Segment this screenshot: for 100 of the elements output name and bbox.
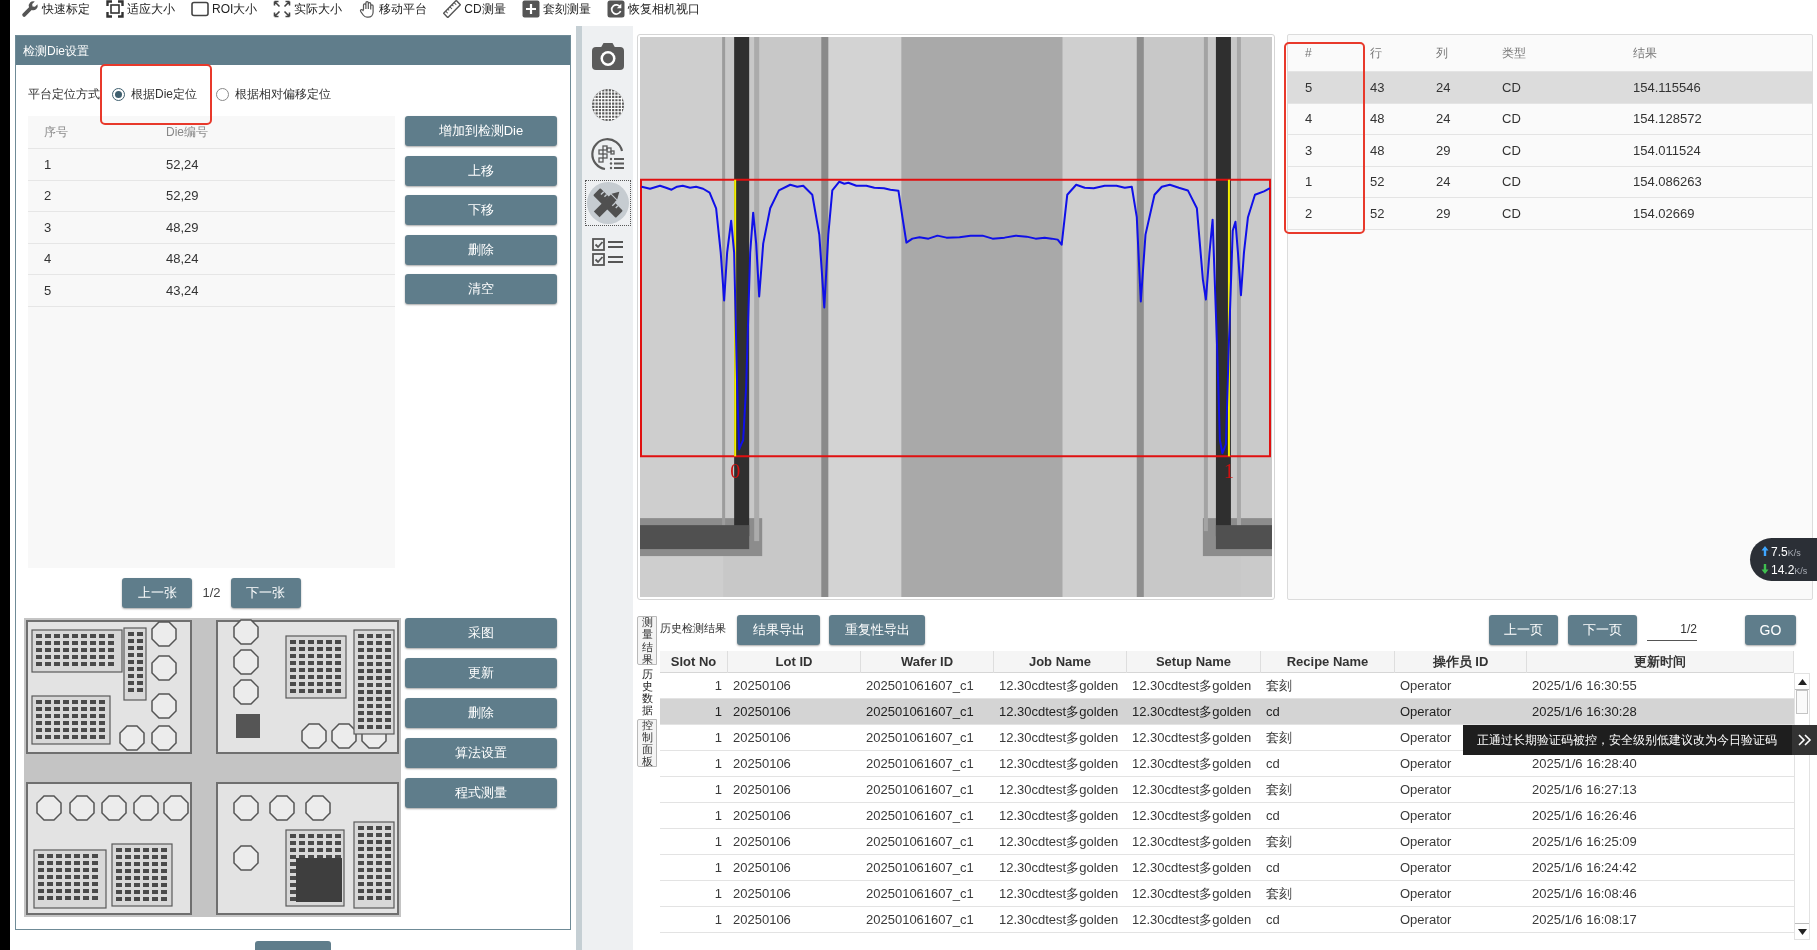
next-image-button[interactable]: 下一张 <box>230 578 301 608</box>
toolbar-button[interactable]: CD测量 <box>443 0 506 18</box>
next-page-button[interactable]: 下一页 <box>1568 615 1637 645</box>
column-header: # <box>1304 45 1313 62</box>
table-cell: 202501061607_c1 <box>866 781 974 797</box>
toolbar-button[interactable]: 实际大小 <box>273 0 343 18</box>
table-cell: 20250106 <box>733 833 791 849</box>
table-row[interactable]: 4 48 24 CD 154.128572 <box>1288 103 1812 135</box>
table-cell-text: 154.128572 <box>1632 110 1703 128</box>
action-button[interactable]: 采图 <box>405 618 557 648</box>
scrollbar-thumb[interactable] <box>1796 690 1808 714</box>
table-row[interactable]: 3 48 29 CD 154.011524 <box>1288 135 1812 167</box>
column-header: 操作员 ID <box>1395 651 1527 673</box>
action-button[interactable]: 清空 <box>405 274 557 304</box>
table-row[interactable]: 2 52 29 CD 154.02669 <box>1288 198 1812 230</box>
table-cell-text: CD <box>1501 110 1522 128</box>
table-cell-text: 48 <box>1369 141 1386 160</box>
table-cell: Operator <box>1400 677 1452 693</box>
table-row[interactable]: 1 20250106 202501061607_c1 12.30cdtest多golden 12.30cdtest多golden cd Operator 2025/1/6 16:30:28 <box>660 699 1794 725</box>
table-row[interactable]: 5 43 24 CD 154.115546 <box>1288 72 1812 104</box>
table-cell: 202501061607_c1 <box>866 885 974 901</box>
table-cell: 12.30cdtest多golden <box>1132 911 1252 927</box>
table-cell: 12.30cdtest多golden <box>1132 703 1252 719</box>
export-button[interactable]: 重复性导出 <box>829 615 925 645</box>
action-button[interactable]: 程式测量 <box>405 778 557 808</box>
column-header: 序号 <box>43 124 69 141</box>
table-row[interactable]: 1 20250106 202501061607_c1 12.30cdtest多golden 12.30cdtest多golden 套刻 Operator 2025/1/6 16:27:13 <box>660 777 1794 803</box>
table-cell: 套刻 <box>1266 885 1292 901</box>
table-cell: 1 <box>714 781 722 797</box>
side-tab[interactable]: 测量结果 <box>637 616 657 665</box>
page-input[interactable]: 1/2 <box>1647 617 1697 641</box>
tool-rail-button[interactable] <box>584 180 631 226</box>
table-cell: 2025/1/6 16:24:42 <box>1532 859 1637 875</box>
table-cell: 1 <box>714 833 722 849</box>
table-cell: 20250106 <box>733 677 791 693</box>
table-cell-text: 48,24 <box>165 250 200 269</box>
column-header: Die编号 <box>165 124 209 141</box>
action-button[interactable]: 算法设置 <box>405 738 557 768</box>
triangle-down-icon <box>1797 928 1807 935</box>
table-cell: Operator <box>1400 781 1452 797</box>
table-row[interactable]: 1 20250106 202501061607_c1 12.30cdtest多golden 12.30cdtest多golden cd Operator 2025/1/6 16:26:46 <box>660 803 1794 829</box>
column-header: 更新时间 <box>1527 651 1794 673</box>
table-row[interactable]: 1 20250106 202501061607_c1 12.30cdtest多golden 12.30cdtest多golden 套刻 Operator 2025/1/6 16:25:09 <box>660 829 1794 855</box>
table-cell: 12.30cdtest多golden <box>999 703 1119 719</box>
toolbar-button[interactable]: 套刻测量 <box>521 0 591 18</box>
side-tab[interactable]: 控制面板 <box>637 719 657 767</box>
column-header: 列 <box>1435 45 1449 62</box>
action-button[interactable]: 删除 <box>405 234 557 265</box>
action-button[interactable]: 增加到检测Die <box>405 116 557 146</box>
table-row[interactable]: 1 20250106 202501061607_c1 12.30cdtest多golden 12.30cdtest多golden cd Operator 2025/1/6 16:08:17 <box>660 907 1794 933</box>
speed-unit: K/s <box>1787 546 1801 560</box>
toolbar-button[interactable]: 移动平台 <box>358 0 428 18</box>
previous-page-button[interactable]: 上一页 <box>1489 615 1558 645</box>
table-cell-text: 4 <box>43 250 53 269</box>
table-cell: 202501061607_c1 <box>866 729 974 745</box>
table-cell-text: 1 <box>1304 173 1314 191</box>
radio-button[interactable] <box>216 87 229 101</box>
table-cell: 12.30cdtest多golden <box>999 833 1119 849</box>
action-button[interactable]: 删除 <box>405 698 557 728</box>
table-cell: 12.30cdtest多golden <box>999 729 1119 745</box>
radio-label[interactable]: 根据相对偏移定位 <box>235 85 331 103</box>
grid-circle-icon <box>590 88 625 122</box>
table-cell: Operator <box>1400 729 1452 745</box>
radio-label[interactable]: 根据Die定位 <box>131 85 197 103</box>
table-row[interactable]: 1 20250106 202501061607_c1 12.30cdtest多golden 12.30cdtest多golden 套刻 Operator 2025/1/6 16:08:46 <box>660 881 1794 907</box>
table-row[interactable]: 1 20250106 202501061607_c1 12.30cdtest多golden 12.30cdtest多golden cd Operator 2025/1/6 16:24:42 <box>660 855 1794 881</box>
table-cell-text: 1 <box>43 155 53 174</box>
table-cell-text: CD <box>1501 204 1522 223</box>
table-row[interactable]: 1 52 24 CD 154.086263 <box>1288 166 1812 198</box>
toolbar-button[interactable]: 恢复相机视口 <box>606 0 700 18</box>
export-button[interactable]: 结果导出 <box>737 615 820 645</box>
table-cell: 20250106 <box>733 885 791 901</box>
table-cell-text: 24 <box>1435 110 1452 128</box>
table-cell-text: 3 <box>1304 141 1314 160</box>
action-button[interactable]: 更新 <box>405 658 557 688</box>
table-cell-text: 29 <box>1435 204 1452 223</box>
column-header: 类型 <box>1501 45 1527 62</box>
table-cell: 1 <box>714 729 722 745</box>
table-cell-text: 2 <box>1304 204 1314 223</box>
table-cell: 202501061607_c1 <box>866 677 974 693</box>
table-cell: 20250106 <box>733 703 791 719</box>
toolbar-button[interactable]: 快速标定 <box>21 0 90 18</box>
table-cell: Operator <box>1400 833 1452 849</box>
action-button[interactable]: 下移 <box>405 195 557 225</box>
table-cell-text: 24 <box>1435 78 1452 97</box>
radio-button[interactable] <box>112 87 125 101</box>
table-cell: 12.30cdtest多golden <box>999 677 1119 693</box>
toolbar-button[interactable]: ROI大小 <box>191 0 258 18</box>
table-cell-text: 52,29 <box>165 187 200 206</box>
table-cell: 202501061607_c1 <box>866 807 974 823</box>
table-cell: cd <box>1266 859 1280 875</box>
table-cell: 1 <box>714 885 722 901</box>
table-cell-text: 2 <box>43 187 53 206</box>
table-cell-text: 43 <box>1369 78 1386 97</box>
action-button[interactable]: 上移 <box>405 155 557 186</box>
go-button[interactable]: GO <box>1745 615 1796 645</box>
previous-image-button[interactable]: 上一张 <box>122 578 193 608</box>
toolbar-button[interactable]: 适应大小 <box>106 0 175 18</box>
ruler-icon <box>443 0 462 18</box>
table-cell: 12.30cdtest多golden <box>999 781 1119 797</box>
